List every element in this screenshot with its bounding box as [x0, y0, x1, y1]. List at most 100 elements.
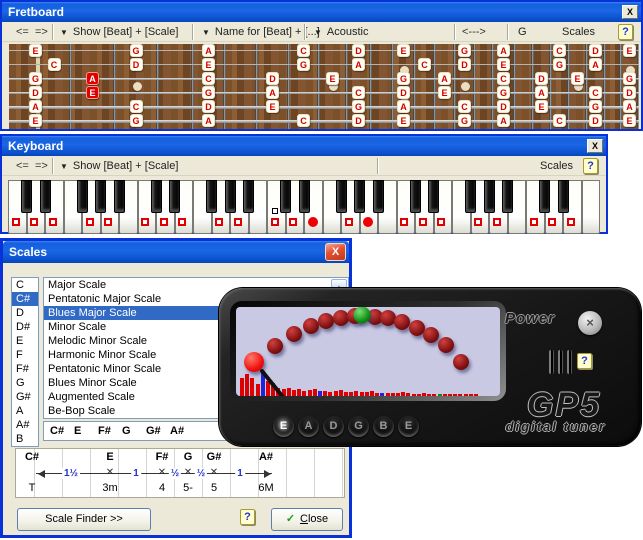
fretboard-note[interactable]: G	[352, 100, 365, 113]
help-icon[interactable]: ?	[618, 24, 633, 40]
root-note-item[interactable]: C#	[12, 292, 38, 306]
black-key[interactable]	[336, 180, 347, 213]
power-button[interactable]: ×	[578, 311, 602, 335]
black-key[interactable]	[484, 180, 495, 213]
close-button[interactable]: ✓Close	[271, 508, 343, 531]
fretboard-note[interactable]: E	[326, 72, 339, 85]
fretboard-note[interactable]: A	[589, 58, 602, 71]
white-key[interactable]	[582, 180, 601, 234]
fretboard-note[interactable]: E	[497, 58, 510, 71]
fretboard-note[interactable]: E	[29, 44, 42, 57]
fretboard-note[interactable]: E	[535, 100, 548, 113]
black-key[interactable]	[354, 180, 365, 213]
show-dropdown[interactable]: ▼Show [Beat] + [Scale]	[60, 24, 178, 40]
fretboard-note[interactable]: C	[553, 114, 566, 127]
fretboard-note[interactable]: D	[397, 86, 410, 99]
root-note-item[interactable]: C	[12, 278, 38, 292]
fretboard-note[interactable]: D	[266, 72, 279, 85]
fretboard-note[interactable]: A	[352, 58, 365, 71]
show-dropdown[interactable]: ▼Show [Beat] + [Scale]	[60, 158, 178, 174]
scale-finder-button[interactable]: Scale Finder >>	[17, 508, 151, 531]
fretboard-note[interactable]: A	[623, 100, 636, 113]
scales-titlebar[interactable]: Scales X	[3, 241, 349, 263]
forward-button[interactable]: =>	[35, 24, 48, 40]
black-key[interactable]	[558, 180, 569, 213]
fretboard-note[interactable]: D	[352, 44, 365, 57]
keyboard-titlebar[interactable]: Keyboard X	[2, 136, 606, 156]
root-note-item[interactable]: B	[12, 432, 38, 446]
fretboard-note[interactable]: D	[589, 44, 602, 57]
fretboard-note[interactable]: G	[29, 72, 42, 85]
root-note-item[interactable]: G#	[12, 390, 38, 404]
black-key[interactable]	[539, 180, 550, 213]
fretboard-note[interactable]: E	[397, 114, 410, 127]
fretboard-note[interactable]: A	[397, 100, 410, 113]
help-icon[interactable]: ?	[240, 509, 255, 525]
fretboard-note[interactable]: C	[352, 86, 365, 99]
close-icon[interactable]: X	[622, 5, 638, 19]
fretboard-note[interactable]: E	[623, 44, 636, 57]
tuner-string-button[interactable]: D	[323, 416, 344, 437]
fretboard-note[interactable]: D	[29, 86, 42, 99]
fretboard-titlebar[interactable]: Fretboard X	[2, 2, 641, 22]
fretboard-note[interactable]: G	[297, 58, 310, 71]
black-key[interactable]	[169, 180, 180, 213]
close-icon[interactable]: X	[325, 243, 346, 261]
fretboard-note[interactable]: A	[266, 86, 279, 99]
fretboard-note[interactable]: G	[130, 44, 143, 57]
back-button[interactable]: <=	[16, 24, 29, 40]
black-key[interactable]	[77, 180, 88, 213]
fretboard-note[interactable]: C	[48, 58, 61, 71]
tuner-string-button[interactable]: E	[398, 416, 419, 437]
fretboard-note[interactable]: A	[202, 114, 215, 127]
fretboard-note[interactable]: C	[553, 44, 566, 57]
fretboard-note[interactable]: A	[535, 86, 548, 99]
black-key[interactable]	[428, 180, 439, 213]
fretboard-note[interactable]: A	[86, 72, 99, 85]
fretboard-note[interactable]: C	[297, 44, 310, 57]
root-note-item[interactable]: E	[12, 334, 38, 348]
instrument-dropdown[interactable]: ▼Acoustic	[314, 24, 369, 40]
fretboard-note[interactable]: G	[202, 86, 215, 99]
help-icon[interactable]: ?	[577, 353, 592, 369]
root-note-list[interactable]: CC#DD#EFF#GG#AA#B	[11, 277, 39, 447]
root-note-item[interactable]: F#	[12, 362, 38, 376]
black-key[interactable]	[114, 180, 125, 213]
fretboard-note[interactable]: D	[458, 58, 471, 71]
black-key[interactable]	[465, 180, 476, 213]
scales-button[interactable]: Scales	[562, 24, 595, 40]
fretboard-note[interactable]: E	[29, 114, 42, 127]
fretboard-note[interactable]: C	[497, 72, 510, 85]
fretboard-note[interactable]: G	[589, 100, 602, 113]
fretboard-note[interactable]: E	[266, 100, 279, 113]
fretboard-note[interactable]: A	[497, 114, 510, 127]
fretboard-note[interactable]: C	[418, 58, 431, 71]
fretboard-note[interactable]: D	[535, 72, 548, 85]
black-key[interactable]	[280, 180, 291, 213]
fretboard-note[interactable]: A	[29, 100, 42, 113]
root-note-item[interactable]: D#	[12, 320, 38, 334]
fretboard-note[interactable]: E	[86, 86, 99, 99]
tuner-string-button[interactable]: E	[273, 416, 294, 437]
fretboard-note[interactable]: A	[438, 72, 451, 85]
fretboard-note[interactable]: C	[589, 86, 602, 99]
root-note-item[interactable]: D	[12, 306, 38, 320]
scales-button[interactable]: Scales	[540, 158, 573, 174]
fretboard-note[interactable]: D	[497, 100, 510, 113]
fretboard-note[interactable]: E	[623, 114, 636, 127]
tuner-string-button[interactable]: G	[348, 416, 369, 437]
fretboard[interactable]: EGDAECAEGDCGAECGDADAECGCEDACGDEGDAECAEGD…	[9, 44, 639, 129]
black-key[interactable]	[40, 180, 51, 213]
black-key[interactable]	[502, 180, 513, 213]
black-key[interactable]	[243, 180, 254, 213]
span-button[interactable]: <--->	[462, 24, 486, 40]
black-key[interactable]	[95, 180, 106, 213]
fretboard-note[interactable]: G	[397, 72, 410, 85]
tuner-string-button[interactable]: B	[373, 416, 394, 437]
forward-button[interactable]: =>	[35, 158, 48, 174]
root-note-item[interactable]: F	[12, 348, 38, 362]
fretboard-note[interactable]: A	[497, 44, 510, 57]
fretboard-note[interactable]: A	[202, 44, 215, 57]
root-note-item[interactable]: G	[12, 376, 38, 390]
fretboard-note[interactable]: G	[623, 72, 636, 85]
